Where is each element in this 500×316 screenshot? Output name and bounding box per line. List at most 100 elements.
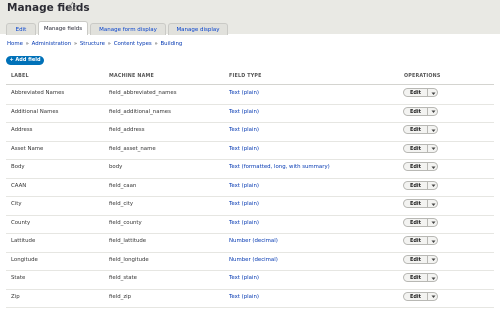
breadcrumb-administration[interactable]: Administration: [32, 41, 71, 47]
header-operations: OPERATIONS: [404, 74, 441, 79]
chevron-down-icon: [431, 166, 435, 169]
chevron-down-icon: [431, 258, 435, 261]
table-row: City field_city Text (plain) Edit: [6, 196, 494, 216]
operations-dropdown-button[interactable]: [428, 143, 438, 153]
field-label: CAAN: [11, 182, 27, 189]
field-type-link[interactable]: Text (plain): [229, 220, 259, 226]
edit-button[interactable]: Edit: [403, 106, 428, 116]
field-label: Additional Names: [11, 108, 59, 115]
operations-group: Edit: [403, 199, 439, 208]
field-label: County: [11, 219, 31, 226]
field-type-link[interactable]: Number (decimal): [229, 257, 278, 263]
operations-dropdown-button[interactable]: [428, 125, 438, 134]
edit-button[interactable]: Edit: [403, 199, 428, 208]
field-type-link[interactable]: Text (plain): [229, 146, 259, 152]
edit-button[interactable]: Edit: [403, 254, 428, 264]
table-row: Lattitude field_lattitude Number (decimal)…: [6, 233, 494, 253]
field-label: Lattitude: [11, 238, 36, 244]
field-type-link[interactable]: Text (plain): [229, 90, 259, 96]
operations-group: Edit: [403, 143, 439, 153]
breadcrumb-separator: »: [107, 41, 111, 47]
edit-button[interactable]: Edit: [403, 217, 428, 227]
field-type-link[interactable]: Text (plain): [229, 275, 259, 281]
field-label: Abbreviated Names: [11, 90, 65, 96]
page-header: Manage fields Edit Manage fields Manage …: [0, 0, 500, 35]
breadcrumb-home[interactable]: Home: [7, 41, 23, 47]
operations-group: Edit: [403, 254, 439, 264]
edit-button[interactable]: Edit: [403, 273, 428, 282]
chevron-down-icon: [431, 129, 435, 132]
header-field-type: FIELD TYPE: [229, 74, 262, 79]
operations-dropdown-button[interactable]: [428, 217, 438, 227]
star-icon[interactable]: [67, 1, 78, 12]
field-machine-name: field_caan: [109, 182, 137, 189]
operations-dropdown-button[interactable]: [428, 162, 438, 171]
field-machine-name: field_lattitude: [109, 238, 147, 244]
header-label: LABEL: [11, 74, 29, 79]
table-row: County field_county Text (plain) Edit: [6, 215, 494, 234]
table-row: Zip field_zip Text (plain) Edit: [6, 289, 494, 308]
tab-bar: Edit Manage fields Manage form display M…: [6, 21, 230, 35]
table-row: Additional Names field_additional_names Te…: [6, 104, 494, 123]
operations-group: Edit: [403, 180, 439, 190]
field-label: Body: [11, 164, 25, 170]
field-label: Asset Name: [11, 145, 44, 152]
edit-button[interactable]: Edit: [403, 180, 428, 190]
operations-dropdown-button[interactable]: [428, 88, 438, 97]
add-field-button[interactable]: + Add field: [6, 56, 44, 65]
operations-group: Edit: [403, 291, 439, 301]
tab-manage-fields[interactable]: Manage fields: [38, 21, 88, 35]
field-type-link[interactable]: Text (formatted, long, with summary): [229, 164, 330, 170]
operations-dropdown-button[interactable]: [428, 254, 438, 264]
operations-dropdown-button[interactable]: [428, 291, 438, 301]
edit-button[interactable]: Edit: [403, 125, 428, 134]
field-machine-name: field_abbreviated_names: [109, 90, 177, 96]
table-row: Body body Text (formatted, long, with summ…: [6, 159, 494, 179]
field-machine-name: field_city: [109, 201, 134, 207]
table-row: Longitude field_longitude Number (decimal)…: [6, 252, 494, 271]
field-type-link[interactable]: Text (plain): [229, 109, 259, 115]
operations-group: Edit: [403, 88, 439, 97]
breadcrumb-content-types[interactable]: Content types: [114, 41, 152, 47]
operations-dropdown-button[interactable]: [428, 106, 438, 116]
operations-group: Edit: [403, 236, 439, 245]
chevron-down-icon: [431, 184, 435, 187]
field-label: Longitude: [11, 256, 38, 263]
field-machine-name: field_additional_names: [109, 108, 171, 115]
operations-dropdown-button[interactable]: [428, 180, 438, 190]
field-type-link[interactable]: Text (plain): [229, 201, 259, 207]
field-machine-name: field_state: [109, 275, 137, 281]
operations-dropdown-button[interactable]: [428, 199, 438, 208]
tab-manage-display[interactable]: Manage display: [168, 23, 228, 35]
edit-button[interactable]: Edit: [403, 88, 428, 97]
table-row: CAAN field_caan Text (plain) Edit: [6, 178, 494, 197]
field-type-link[interactable]: Text (plain): [229, 127, 259, 133]
table-row: Address field_address Text (plain) Edit: [6, 122, 494, 142]
table-row: Abbreviated Names field_abbreviated_names…: [6, 85, 494, 105]
field-label: City: [11, 201, 22, 207]
edit-button[interactable]: Edit: [403, 236, 428, 245]
edit-button[interactable]: Edit: [403, 143, 428, 153]
operations-dropdown-button[interactable]: [428, 273, 438, 282]
field-type-link[interactable]: Number (decimal): [229, 238, 278, 244]
chevron-down-icon: [431, 240, 435, 243]
field-machine-name: field_address: [109, 127, 145, 133]
field-label: Address: [11, 127, 33, 133]
field-type-link[interactable]: Text (plain): [229, 183, 259, 189]
breadcrumb-structure[interactable]: Structure: [80, 41, 105, 47]
operations-group: Edit: [403, 125, 439, 134]
edit-button[interactable]: Edit: [403, 162, 428, 171]
field-type-link[interactable]: Text (plain): [229, 294, 259, 300]
chevron-down-icon: [431, 295, 435, 298]
operations-group: Edit: [403, 162, 439, 171]
tab-manage-form-display[interactable]: Manage form display: [90, 23, 166, 35]
breadcrumb-separator: »: [154, 41, 158, 47]
edit-button[interactable]: Edit: [403, 291, 428, 301]
tab-edit[interactable]: Edit: [6, 23, 36, 35]
field-label: Zip: [11, 293, 20, 300]
field-machine-name: field_zip: [109, 293, 132, 300]
breadcrumb-building[interactable]: Building: [160, 41, 182, 47]
operations-dropdown-button[interactable]: [428, 236, 438, 245]
chevron-down-icon: [431, 203, 435, 206]
operations-group: Edit: [403, 273, 439, 282]
